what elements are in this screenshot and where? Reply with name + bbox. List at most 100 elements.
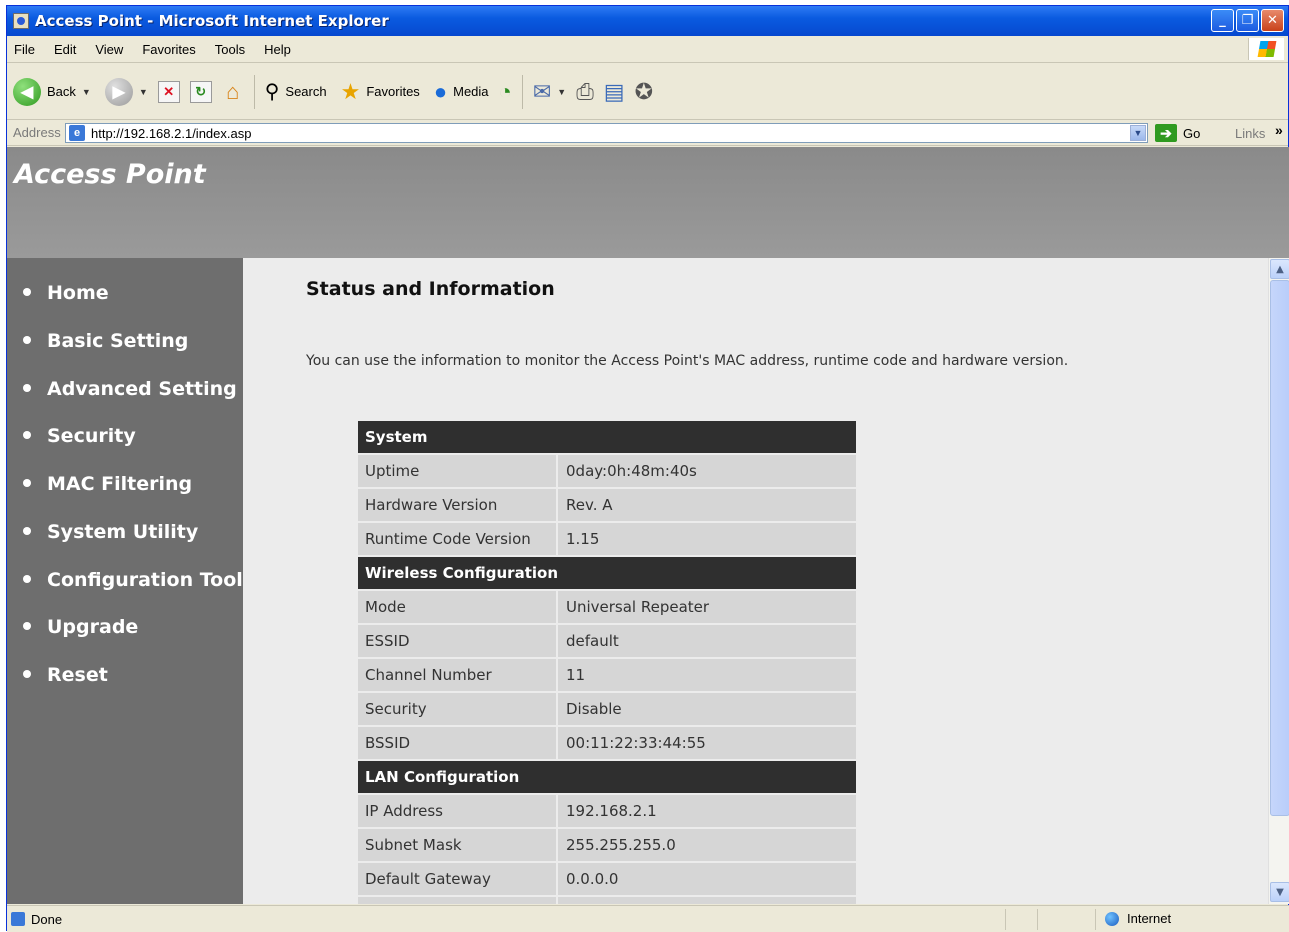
back-arrow-icon: ◀ (13, 77, 41, 106)
page-viewport: Access Point Home Basic Setting Advanced… (7, 147, 1289, 904)
table-row: Default Gateway 0.0.0.0 (358, 863, 856, 895)
mail-icon[interactable]: ✉ (533, 79, 551, 105)
row-value: Disable (558, 693, 856, 725)
table-row (358, 897, 856, 904)
sidebar-item-security[interactable]: Security (23, 425, 136, 447)
sidebar-item-label: Advanced Setting (47, 378, 237, 400)
security-zone: Internet (1105, 911, 1171, 926)
page-banner: Access Point (7, 147, 1289, 258)
menu-file[interactable]: File (14, 42, 35, 57)
edit-icon[interactable]: ▤ (604, 79, 625, 105)
go-label: Go (1183, 125, 1201, 141)
sidebar-item-home[interactable]: Home (23, 282, 109, 304)
sidebar-item-configuration-tool[interactable]: Configuration Tool (23, 569, 243, 591)
media-globe-icon: ● (433, 78, 448, 104)
windows-logo-icon (1248, 38, 1284, 60)
home-icon[interactable]: ⌂ (222, 79, 244, 104)
page-description: You can use the information to monitor t… (306, 353, 1069, 369)
toolbar: ◀ Back ▼ ▶ ▼ ✕ ↻ ⌂ ⚲ Search ★ Favorites … (7, 64, 1288, 120)
globe-icon (1105, 911, 1119, 926)
row-value: 192.168.2.1 (558, 795, 856, 827)
sidebar-item-advanced-setting[interactable]: Advanced Setting (23, 378, 237, 400)
forward-arrow-icon: ▶ (104, 77, 133, 106)
scroll-up-icon[interactable]: ▲ (1270, 259, 1289, 279)
sidebar-item-upgrade[interactable]: Upgrade (23, 616, 138, 638)
chevron-right-icon[interactable]: » (1275, 122, 1283, 138)
row-value: 0day:0h:48m:40s (558, 455, 856, 487)
zone-label: Internet (1127, 911, 1172, 926)
sidebar-item-reset[interactable]: Reset (23, 664, 108, 686)
sidebar-item-label: Basic Setting (47, 330, 189, 352)
media-button[interactable]: ● Media (426, 79, 489, 105)
toolbar-divider (521, 74, 523, 109)
history-icon[interactable]: ◔ (499, 79, 512, 105)
links-label[interactable]: Links (1235, 126, 1265, 141)
sidebar-item-label: System Utility (47, 521, 199, 543)
row-value: 11 (558, 659, 856, 691)
row-value (558, 897, 856, 904)
table-row: Channel Number 11 (358, 659, 856, 691)
row-value: 00:11:22:33:44:55 (558, 727, 856, 759)
row-label: Subnet Mask (358, 829, 556, 861)
restore-button[interactable]: ❐ (1236, 9, 1259, 32)
refresh-icon[interactable]: ↻ (189, 80, 212, 103)
ie-page-icon: e (69, 125, 85, 141)
go-button[interactable]: ➔ Go (1155, 124, 1200, 142)
print-icon[interactable]: ⎙ (576, 79, 594, 105)
chevron-down-icon[interactable]: ▼ (557, 87, 566, 97)
forward-button[interactable]: ▶ ▼ (104, 77, 148, 106)
minimize-button[interactable]: _ (1211, 9, 1234, 32)
favorites-button[interactable]: ★ Favorites (333, 79, 420, 105)
address-label: Address (13, 125, 61, 140)
chevron-down-icon[interactable]: ▼ (1130, 125, 1146, 141)
sidebar-nav: Home Basic Setting Advanced Setting Secu… (7, 258, 243, 904)
menu-help[interactable]: Help (264, 42, 291, 57)
sidebar-item-label: MAC Filtering (47, 473, 193, 495)
chevron-down-icon[interactable]: ▼ (82, 87, 91, 97)
sidebar-item-mac-filtering[interactable]: MAC Filtering (23, 473, 192, 495)
menu-tools[interactable]: Tools (215, 42, 245, 57)
bullet-icon (23, 383, 31, 392)
star-icon: ★ (340, 78, 361, 104)
table-row: Hardware Version Rev. A (358, 489, 856, 521)
bullet-icon (23, 621, 31, 630)
favorites-label: Favorites (366, 84, 420, 99)
table-row: Mode Universal Repeater (358, 591, 856, 623)
table-row: Uptime 0day:0h:48m:40s (358, 455, 856, 487)
menu-favorites[interactable]: Favorites (142, 42, 195, 57)
table-row: ESSID default (358, 625, 856, 657)
close-button[interactable]: ✕ (1261, 9, 1284, 32)
status-table: System Uptime 0day:0h:48m:40s Hardware V… (358, 421, 856, 904)
table-row: BSSID 00:11:22:33:44:55 (358, 727, 856, 759)
stop-icon[interactable]: ✕ (157, 80, 180, 103)
vertical-scrollbar[interactable]: ▲ ▼ (1268, 258, 1289, 904)
sidebar-item-label: Home (47, 282, 109, 304)
search-icon: ⚲ (264, 81, 280, 103)
row-value: 255.255.255.0 (558, 829, 856, 861)
address-input[interactable]: e http://192.168.2.1/index.asp ▼ (65, 123, 1148, 143)
bullet-icon (23, 430, 31, 439)
row-value: Rev. A (558, 489, 856, 521)
menu-view[interactable]: View (95, 42, 123, 57)
row-label: Mode (358, 591, 556, 623)
sidebar-item-basic-setting[interactable]: Basic Setting (23, 330, 188, 352)
sidebar-item-label: Reset (47, 664, 108, 686)
address-url[interactable]: http://192.168.2.1/index.asp (91, 126, 251, 141)
back-button[interactable]: ◀ Back ▼ (13, 77, 91, 106)
sidebar-item-system-utility[interactable]: System Utility (23, 521, 198, 543)
table-row: IP Address 192.168.2.1 (358, 795, 856, 827)
scrollbar-thumb[interactable] (1270, 280, 1289, 816)
row-label: Hardware Version (358, 489, 556, 521)
chevron-down-icon[interactable]: ▼ (139, 87, 148, 97)
row-label: BSSID (358, 727, 556, 759)
messenger-icon[interactable]: ✪ (635, 79, 653, 105)
search-button[interactable]: ⚲ Search (261, 79, 327, 104)
row-label: Default Gateway (358, 863, 556, 895)
menu-edit[interactable]: Edit (54, 42, 76, 57)
toolbar-divider (253, 74, 255, 109)
row-value: 0.0.0.0 (558, 863, 856, 895)
scroll-down-icon[interactable]: ▼ (1270, 882, 1289, 902)
sidebar-item-label: Upgrade (47, 616, 139, 638)
browser-window: Access Point - Microsoft Internet Explor… (6, 5, 1289, 932)
ie-page-icon (11, 912, 25, 926)
